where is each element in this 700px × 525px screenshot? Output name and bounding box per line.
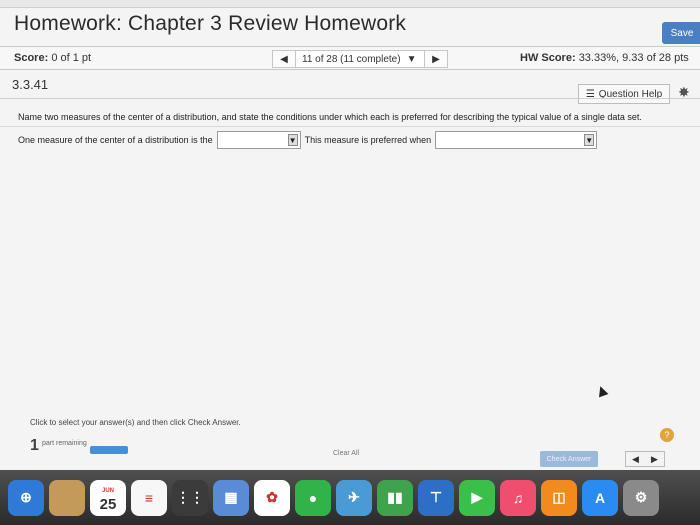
notes-icon[interactable]: [49, 479, 85, 516]
calendar-icon[interactable]: JUN 25: [90, 479, 126, 516]
measure-dropdown[interactable]: ▼: [216, 131, 301, 149]
save-button[interactable]: Save: [662, 22, 700, 44]
answer-prefix: One measure of the center of a distribut…: [18, 135, 213, 145]
page-title: Homework: Chapter 3 Review Homework: [14, 12, 407, 35]
music-icon[interactable]: ♫: [500, 479, 536, 516]
next-question-button[interactable]: ▶: [424, 50, 448, 68]
instruction-text: Click to select your answer(s) and then …: [30, 418, 241, 427]
window-top-edge: [0, 0, 700, 8]
messages-icon[interactable]: ●: [295, 479, 331, 516]
parts-remaining-count: 1: [30, 437, 39, 454]
score: Score: 0 of 1 pt: [14, 52, 91, 64]
previous-question-button[interactable]: ◀: [272, 50, 296, 68]
check-answer-button[interactable]: Check Answer: [540, 451, 598, 467]
chevron-down-icon: ▼: [406, 53, 417, 65]
previous-arrow-icon[interactable]: ◀: [632, 454, 639, 465]
photos-icon[interactable]: ✿: [254, 479, 290, 516]
photos-app-icon[interactable]: ▦: [213, 479, 249, 516]
reminders-icon[interactable]: ≡: [131, 479, 167, 516]
question-help-button[interactable]: ☰ Question Help: [578, 84, 670, 104]
hw-score-value: 33.33%, 9.33 of 28 pts: [578, 52, 689, 64]
safari-icon[interactable]: ⊕: [8, 479, 44, 516]
keynote-icon[interactable]: ⊤: [418, 479, 454, 516]
settings-icon[interactable]: ⚙: [623, 479, 659, 516]
question-position: 11 of 28 (11 complete): [302, 53, 401, 65]
dock: ⊕ JUN 25 ≡ ⋮⋮ ▦ ✿ ● ✈ ▮▮ ⊤ ▶ ♫ ◫ A ⚙: [0, 470, 700, 525]
footer-pager: ◀ ▶: [625, 451, 665, 467]
books-icon[interactable]: ◫: [541, 479, 577, 516]
score-bar: Score: 0 of 1 pt ◀ 11 of 28 (11 complete…: [0, 46, 700, 70]
numbers-icon[interactable]: ▮▮: [377, 479, 413, 516]
chevron-down-icon: ▼: [584, 134, 595, 146]
answer-middle: This measure is preferred when: [304, 135, 432, 145]
parts-progress-bar: [90, 446, 128, 454]
maps-icon[interactable]: ✈: [336, 479, 372, 516]
divider: [0, 126, 700, 127]
browser-screen: Homework: Chapter 3 Review Homework Save…: [0, 0, 700, 470]
question-navigator: ◀ 11 of 28 (11 complete) ▼ ▶: [272, 50, 448, 68]
condition-dropdown[interactable]: ▼: [435, 131, 598, 149]
clear-all-button[interactable]: Clear All: [333, 450, 359, 457]
answer-line: One measure of the center of a distribut…: [18, 131, 598, 149]
question-prompt: Name two measures of the center of a dis…: [18, 112, 642, 122]
score-label: Score:: [14, 52, 49, 64]
hw-score-label: HW Score:: [520, 52, 576, 64]
hw-score: HW Score: 33.33%, 9.33 of 28 pts: [520, 52, 689, 64]
facetime-icon[interactable]: ▶: [459, 479, 495, 516]
question-select[interactable]: 11 of 28 (11 complete) ▼: [296, 50, 424, 68]
app-store-icon[interactable]: A: [582, 479, 618, 516]
divider: [0, 98, 700, 99]
mouse-cursor: [595, 384, 609, 398]
question-number: 3.3.41: [12, 77, 49, 92]
score-value: 0 of 1 pt: [51, 52, 92, 64]
chevron-down-icon: ▼: [287, 134, 298, 146]
next-arrow-icon[interactable]: ▶: [651, 454, 658, 465]
calendar-day: 25: [99, 495, 117, 513]
launchpad-icon[interactable]: ⋮⋮: [172, 479, 208, 516]
help-icon[interactable]: ?: [660, 428, 674, 442]
